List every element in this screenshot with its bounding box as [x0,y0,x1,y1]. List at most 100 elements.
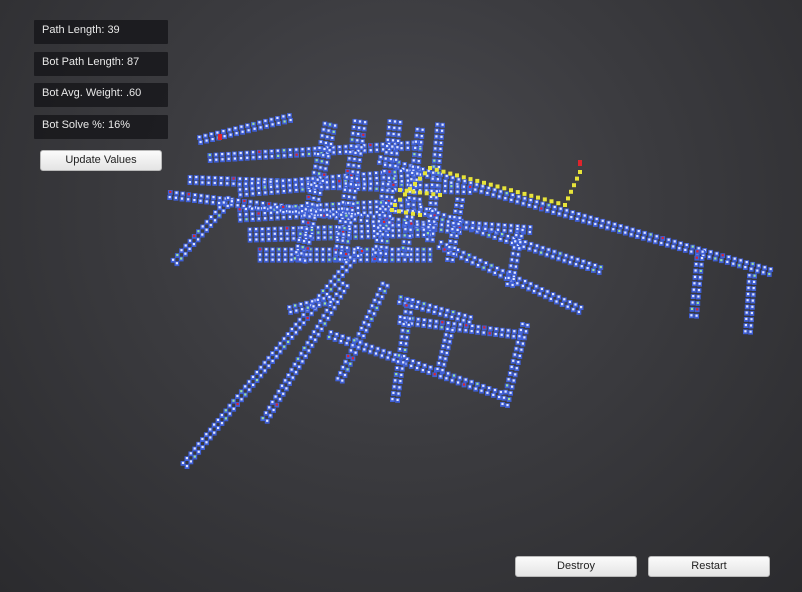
tile-highlight [379,155,382,159]
tile-highlight [264,119,267,122]
tile-highlight [399,169,402,172]
tile-highlight [451,329,454,332]
tile-highlight [428,248,432,251]
tile-highlight [193,234,196,237]
tile-highlight [582,260,585,263]
tile-highlight [397,229,401,232]
tile-highlight [672,245,675,248]
bot-path-length-text: Bot Path Length: 87 [42,56,140,68]
tile-highlight [348,195,351,198]
tile-highlight [450,190,453,193]
tile-highlight [356,201,359,204]
tile-highlight [405,221,408,224]
tile-highlight [746,299,749,302]
path-step [423,171,427,176]
tile-highlight [444,179,447,183]
tile-highlight [267,202,271,205]
tile-highlight [487,234,490,237]
tile-highlight [367,235,370,238]
tile-highlight [708,255,711,258]
tile-highlight [205,228,208,231]
tile-highlight [361,140,364,143]
tile-highlight [357,346,360,349]
tile-highlight [382,148,385,151]
tile-highlight [391,139,395,142]
tile-highlight [315,184,318,187]
tile-highlight [333,275,336,278]
tile-highlight [320,160,323,163]
tile-highlight [273,227,276,230]
tile-highlight [325,161,328,164]
tile-highlight [441,123,444,126]
tile-highlight [423,212,427,215]
tile-highlight [319,319,322,323]
tile-highlight [431,238,434,241]
tile-highlight [506,282,509,286]
tile-highlight [385,246,388,249]
tile-highlight [319,208,322,212]
tile-highlight [495,327,498,330]
tile-highlight [323,173,326,176]
tile-highlight [317,231,320,234]
destroy-button[interactable]: Destroy [515,556,637,577]
tile-highlight [304,233,307,237]
tile-highlight [479,259,482,262]
tile-highlight [265,253,268,256]
tile-highlight [201,225,204,228]
tile-highlight [471,221,474,224]
tile-highlight [504,197,507,200]
tile-highlight [284,253,287,256]
path-step [556,201,561,206]
tile-highlight [399,341,402,344]
restart-button[interactable]: Restart [648,556,770,577]
tile-highlight [391,234,394,237]
update-values-button[interactable]: Update Values [40,150,162,171]
tile-highlight [613,223,616,226]
tile-highlight [388,215,391,218]
tile-highlight [420,135,423,138]
tile-highlight [372,215,375,218]
tile-highlight [228,404,231,407]
tile-highlight [317,226,320,229]
tile-highlight [468,385,471,388]
tile-highlight [315,258,318,261]
tile-highlight [509,229,512,232]
tile-highlight [696,250,699,253]
tile-highlight [387,132,390,135]
tile-highlight [411,298,414,301]
tile-highlight [215,158,218,161]
tile-highlight [456,198,459,201]
tile-highlight [401,329,404,332]
tile-highlight [501,328,504,331]
tile-highlight [693,275,697,278]
tile-highlight [304,208,307,211]
tile-highlight [353,251,356,254]
tile-highlight [442,363,446,366]
tile-highlight [366,224,369,228]
tile-highlight [268,406,271,409]
tile-highlight [282,190,285,193]
tile-highlight [413,153,416,156]
tile-highlight [366,230,369,233]
tile-highlight [527,287,530,290]
tile-highlight [227,196,230,199]
tile-highlight [515,367,518,370]
tile-highlight [509,391,512,394]
tile-highlight [406,146,409,149]
tile-highlight [257,207,260,210]
tile-highlight [574,263,578,266]
tile-highlight [416,128,419,131]
tile-highlight [752,287,755,290]
tile-highlight [233,157,236,160]
tile-highlight [375,171,378,174]
tile-highlight [338,226,341,229]
tile-highlight [251,217,254,221]
tile-highlight [258,258,262,261]
tile-highlight [549,297,552,300]
tile-highlight [448,246,451,249]
tile-highlight [375,187,378,190]
tile-highlight [416,366,419,370]
tile-highlight [432,226,435,229]
tile-highlight [499,390,502,394]
path-step [411,189,416,194]
